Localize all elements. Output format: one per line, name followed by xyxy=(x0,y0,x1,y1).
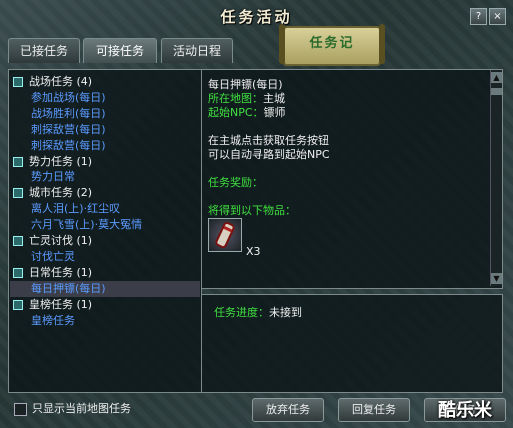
quest-category-label: 亡灵讨伐 (1) xyxy=(29,234,93,247)
quest-log-scroll-icon: 任务记 xyxy=(279,24,385,66)
current-map-only-label: 只显示当前地图任务 xyxy=(32,402,131,415)
quest-category-label: 日常任务 (1) xyxy=(29,265,93,279)
quest-category[interactable]: 日常任务 (1) xyxy=(13,265,92,281)
quest-list-item[interactable]: 刺探敌营(每日) xyxy=(13,122,106,138)
quest-list-panel: 战场任务 (4) 参加战场(每日) 战场胜利(每日) 刺探敌营(每日) 刺探敌营(每日)… xyxy=(8,69,202,393)
quest-list-item[interactable]: 每日押镖(每日) xyxy=(13,281,106,297)
quest-item-label: 每日押镖(每日) xyxy=(31,281,106,295)
quest-category[interactable]: 势力任务 (1) xyxy=(13,154,92,170)
quest-item-label: 势力日常 xyxy=(31,170,75,184)
quest-category-label: 势力任务 (1) xyxy=(29,154,93,168)
current-map-only-checkbox[interactable] xyxy=(14,403,27,416)
quest-category[interactable]: 城市任务 (2) xyxy=(13,185,92,201)
progress-row: 任务进度：未接到 xyxy=(214,304,302,320)
quest-description-line-2: 可以自动寻路到起始NPC xyxy=(208,148,330,161)
quest-item-label: 皇榜任务 xyxy=(31,313,75,327)
quest-item-label: 刺探敌营(每日) xyxy=(31,138,106,152)
quest-list-item[interactable]: 参加战场(每日) xyxy=(13,90,106,106)
quest-item-label: 战场胜利(每日) xyxy=(31,106,106,120)
quest-item-label: 讨伐亡灵 xyxy=(31,249,75,263)
quest-list-item[interactable]: 离人泪(上)·红尘叹 xyxy=(13,201,120,217)
progress-label: 任务进度： xyxy=(214,306,269,319)
quest-list-item[interactable]: 六月飞雪(上)·莫大冤情 xyxy=(13,217,142,233)
collapse-toggle-icon[interactable] xyxy=(13,236,23,246)
tab-activity-schedule[interactable]: 活动日程 xyxy=(161,38,233,63)
quest-list-item[interactable]: 势力日常 xyxy=(13,169,75,185)
quest-item-label: 参加战场(每日) xyxy=(31,90,106,104)
tab-accepted-quests[interactable]: 已接任务 xyxy=(8,38,80,63)
reply-quest-button[interactable]: 回复任务 xyxy=(338,398,410,422)
detail-scrollbar[interactable]: ▲ ▼ xyxy=(490,70,502,286)
quest-category-label: 战场任务 (4) xyxy=(29,75,93,88)
quest-category-label: 城市任务 (2) xyxy=(29,186,93,200)
quest-category[interactable]: 皇榜任务 (1) xyxy=(13,297,92,313)
abandon-quest-button[interactable]: 放弃任务 xyxy=(252,398,324,422)
tab-available-quests[interactable]: 可接任务 xyxy=(83,38,157,63)
reward-item-count: X3 xyxy=(246,245,261,258)
npc-label: 起始NPC： xyxy=(208,106,264,119)
npc-value: 镖师 xyxy=(263,106,286,119)
collapse-toggle-icon[interactable] xyxy=(13,77,23,87)
quest-detail-panel: 每日押镖(每日) 所在地图：主城 起始NPC：镖师 在主城点击获取任务按钮 可以… xyxy=(201,69,503,289)
progress-value: 未接到 xyxy=(269,306,302,319)
items-label: 将得到以下物品： xyxy=(208,204,296,217)
site-watermark: 酷乐米 xyxy=(438,400,492,421)
collapse-toggle-icon[interactable] xyxy=(13,188,23,199)
help-button[interactable]: ? xyxy=(470,8,487,25)
quest-list-item[interactable]: 讨伐亡灵 xyxy=(13,249,75,265)
scroll-down-icon[interactable]: ▼ xyxy=(491,273,502,284)
quest-category-label: 皇榜任务 (1) xyxy=(29,297,93,311)
quest-category[interactable]: 战场任务 (4) xyxy=(13,74,92,90)
collapse-toggle-icon[interactable] xyxy=(13,267,23,278)
quest-item-label: 离人泪(上)·红尘叹 xyxy=(31,202,121,216)
close-button[interactable]: × xyxy=(489,8,506,25)
window-title: 任务活动 xyxy=(220,8,293,26)
quest-list-item[interactable]: 皇榜任务 xyxy=(13,313,75,329)
scroll-up-icon[interactable]: ▲ xyxy=(491,72,502,83)
npc-row: 起始NPC：镖师 xyxy=(208,104,286,120)
quest-progress-panel: 任务进度：未接到 xyxy=(201,294,503,393)
collapse-toggle-icon[interactable] xyxy=(13,299,23,310)
collapse-toggle-icon[interactable] xyxy=(13,156,23,167)
quest-item-label: 六月飞雪(上)·莫大冤情 xyxy=(31,218,143,232)
reward-label: 任务奖励： xyxy=(208,176,263,189)
quest-list-item[interactable]: 刺探敌营(每日) xyxy=(13,138,106,154)
reward-item-slot[interactable] xyxy=(208,218,242,252)
quest-item-label: 刺探敌营(每日) xyxy=(31,122,106,136)
scroll-thumb[interactable] xyxy=(491,88,502,95)
quest-list-item[interactable]: 战场胜利(每日) xyxy=(13,106,106,122)
quest-category[interactable]: 亡灵讨伐 (1) xyxy=(13,233,92,249)
scroll-item-icon xyxy=(215,221,235,249)
